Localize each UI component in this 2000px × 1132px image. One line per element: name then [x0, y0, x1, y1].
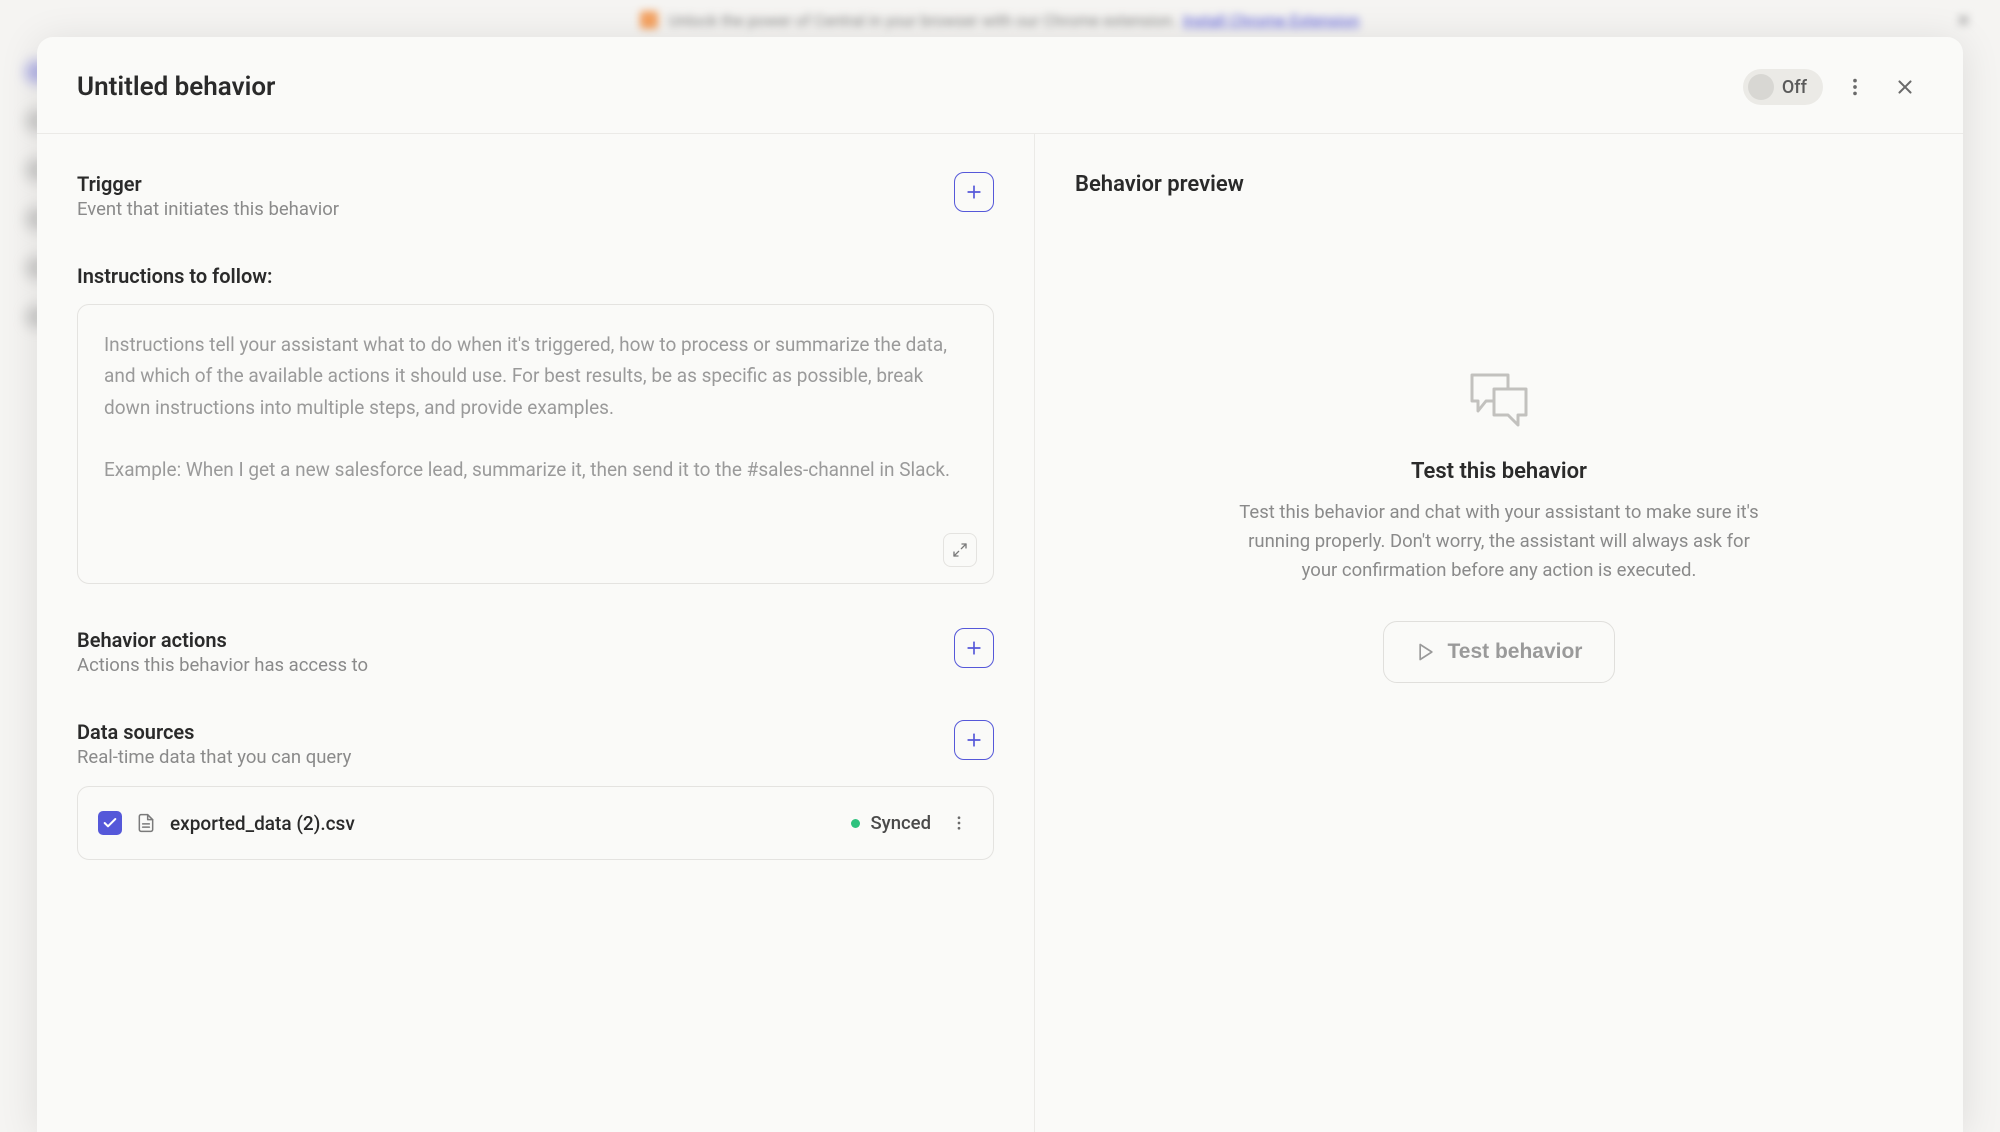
toggle-label: Off [1782, 77, 1807, 98]
expand-instructions-button[interactable] [943, 533, 977, 567]
modal-title: Untitled behavior [77, 72, 275, 102]
left-panel: Trigger Event that initiates this behavi… [37, 134, 1035, 1132]
preview-heading: Test this behavior [1411, 459, 1587, 484]
test-button-label: Test behavior [1448, 640, 1583, 664]
data-source-filename: exported_data (2).csv [170, 812, 837, 835]
check-icon [102, 815, 118, 831]
data-sources-section: Data sources Real-time data that you can… [77, 720, 994, 860]
data-source-more-button[interactable] [945, 805, 973, 841]
more-vertical-icon [950, 814, 968, 832]
instructions-input[interactable]: Instructions tell your assistant what to… [77, 304, 994, 584]
behavior-toggle[interactable]: Off [1743, 69, 1823, 105]
instructions-section: Instructions to follow: Instructions tel… [77, 264, 994, 584]
actions-title: Behavior actions [77, 628, 368, 652]
preview-empty-state: Test this behavior Test this behavior an… [1075, 217, 1923, 837]
status-dot-icon [851, 819, 860, 828]
preview-description: Test this behavior and chat with your as… [1229, 498, 1769, 584]
more-options-button[interactable] [1837, 69, 1873, 105]
data-sources-title: Data sources [77, 720, 351, 744]
trigger-subtitle: Event that initiates this behavior [77, 198, 339, 220]
plus-icon [964, 730, 984, 750]
file-icon [136, 812, 156, 834]
close-button[interactable] [1887, 69, 1923, 105]
preview-title: Behavior preview [1075, 172, 1923, 197]
toggle-knob [1748, 74, 1774, 100]
instructions-label: Instructions to follow: [77, 264, 994, 288]
right-panel: Behavior preview Test this behavior Test… [1035, 134, 1963, 1132]
sync-status: Synced [851, 812, 931, 834]
status-text: Synced [870, 812, 931, 834]
data-sources-subtitle: Real-time data that you can query [77, 746, 351, 768]
data-source-checkbox[interactable] [98, 811, 122, 835]
plus-icon [964, 638, 984, 658]
actions-section: Behavior actions Actions this behavior h… [77, 628, 994, 676]
instructions-placeholder: Instructions tell your assistant what to… [104, 329, 967, 486]
actions-subtitle: Actions this behavior has access to [77, 654, 368, 676]
trigger-title: Trigger [77, 172, 339, 196]
more-vertical-icon [1844, 76, 1866, 98]
add-action-button[interactable] [954, 628, 994, 668]
test-behavior-button[interactable]: Test behavior [1383, 621, 1616, 683]
chat-icon [1468, 371, 1530, 431]
close-icon [1894, 76, 1916, 98]
header-controls: Off [1743, 69, 1923, 105]
add-trigger-button[interactable] [954, 172, 994, 212]
background-banner: Unlock the power of Central in your brow… [0, 0, 2000, 40]
plus-icon [964, 182, 984, 202]
trigger-section: Trigger Event that initiates this behavi… [77, 172, 994, 220]
modal-header: Untitled behavior Off [37, 37, 1963, 134]
expand-icon [952, 542, 968, 558]
modal-body: Trigger Event that initiates this behavi… [37, 134, 1963, 1132]
behavior-modal: Untitled behavior Off [37, 37, 1963, 1132]
data-source-item[interactable]: exported_data (2).csv Synced [77, 786, 994, 860]
play-icon [1416, 642, 1436, 662]
add-data-source-button[interactable] [954, 720, 994, 760]
